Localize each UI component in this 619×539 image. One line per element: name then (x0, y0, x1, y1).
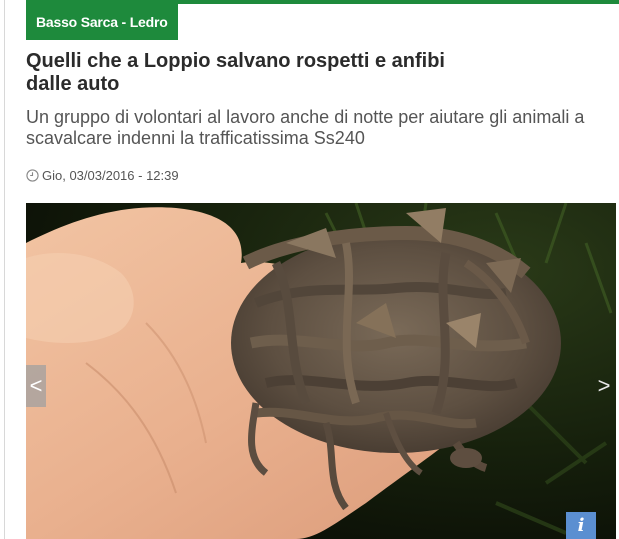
category-badge[interactable]: Basso Sarca - Ledro (26, 4, 178, 40)
publish-date-row: Gio, 03/03/2016 - 12:39 (26, 168, 179, 183)
clock-icon (26, 169, 39, 182)
info-icon[interactable]: i (566, 512, 596, 539)
publish-date: Gio, 03/03/2016 - 12:39 (42, 168, 179, 183)
page-left-rule (4, 0, 5, 539)
gallery-next-button[interactable]: > (594, 365, 614, 407)
article-photo[interactable] (26, 203, 616, 539)
article-subheadline: Un gruppo di volontari al lavoro anche d… (26, 107, 585, 148)
article-headline[interactable]: Quelli che a Loppio salvano rospetti e a… (26, 50, 446, 96)
gallery-prev-button[interactable]: < (26, 365, 46, 407)
photo-hand-with-salamanders (26, 203, 616, 539)
